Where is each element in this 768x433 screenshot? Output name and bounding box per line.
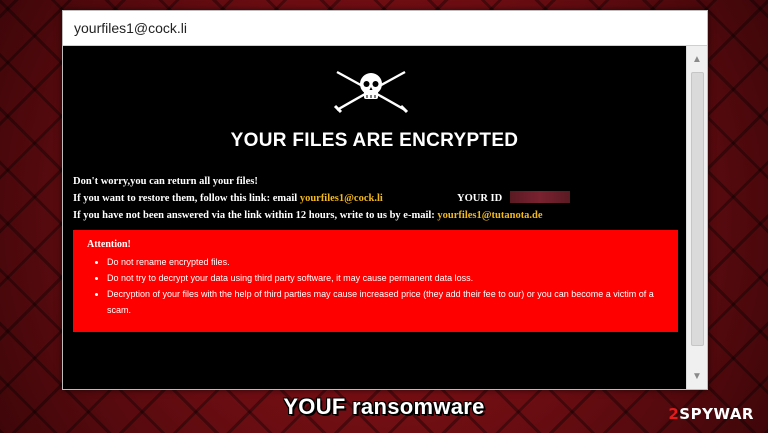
image-caption: YOUF ransomware bbox=[283, 394, 485, 419]
scroll-thumb[interactable] bbox=[691, 72, 704, 346]
window-titlebar: yourfiles1@cock.li bbox=[63, 11, 707, 46]
message-line-1: Don't worry,you can return all your file… bbox=[73, 173, 676, 190]
line3-text: If you have not been answered via the li… bbox=[73, 210, 435, 221]
message-line-2: If you want to restore them, follow this… bbox=[73, 190, 676, 207]
your-id: YOUR ID bbox=[457, 190, 571, 207]
vertical-scrollbar[interactable]: ▲ ▼ bbox=[686, 46, 707, 389]
watermark-prefix: 2 bbox=[668, 405, 680, 423]
scroll-up-arrow-icon[interactable]: ▲ bbox=[687, 50, 707, 68]
window-title: yourfiles1@cock.li bbox=[74, 20, 188, 36]
attention-item: Decryption of your files with the help o… bbox=[107, 286, 667, 318]
attention-list: Do not rename encrypted files. Do not tr… bbox=[93, 254, 667, 318]
headline: YOUR FILES ARE ENCRYPTED bbox=[230, 130, 519, 151]
note-content: YOUR FILES ARE ENCRYPTED Don't worry,you… bbox=[63, 46, 686, 389]
line1-text: Don't worry,you can return all your file… bbox=[73, 176, 258, 187]
watermark-name: SPYWAR bbox=[679, 405, 754, 423]
attention-item: Do not try to decrypt your data using th… bbox=[107, 270, 667, 286]
backup-email-link[interactable]: yourfiles1@tutanota.de bbox=[437, 210, 542, 221]
attention-box: Attention! Do not rename encrypted files… bbox=[73, 230, 678, 332]
your-id-label: YOUR ID bbox=[457, 193, 503, 204]
redacted-id bbox=[510, 191, 571, 203]
message-lines: Don't worry,you can return all your file… bbox=[73, 173, 676, 224]
line2-text: If you want to restore them, follow this… bbox=[73, 193, 298, 204]
contact-email-link[interactable]: yourfiles1@cock.li bbox=[300, 193, 383, 204]
scroll-down-arrow-icon[interactable]: ▼ bbox=[687, 367, 707, 385]
attention-item: Do not rename encrypted files. bbox=[107, 254, 667, 270]
message-line-3: If you have not been answered via the li… bbox=[73, 207, 676, 224]
attention-title: Attention! bbox=[87, 239, 131, 250]
ransom-note-window: yourfiles1@cock.li YOUR FILES ARE ENCRYP… bbox=[62, 10, 708, 390]
watermark-logo: 2SPYWAR bbox=[668, 405, 754, 423]
skull-crossed-swords-icon bbox=[333, 70, 409, 114]
